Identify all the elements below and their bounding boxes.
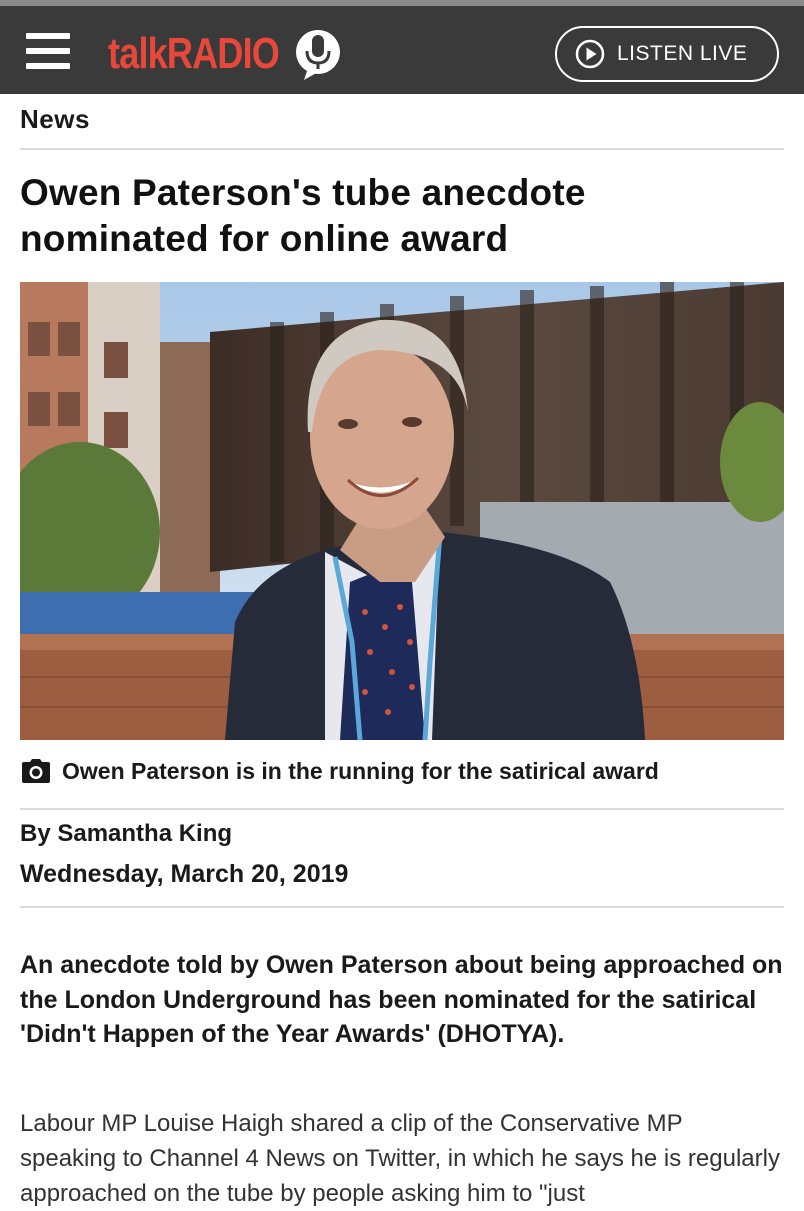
- site-logo[interactable]: talkRADIO: [108, 26, 340, 82]
- article-body-paragraph: Labour MP Louise Haigh shared a clip of …: [20, 1110, 780, 1207]
- microphone-icon: [296, 30, 340, 80]
- caption-text: Owen Paterson is in the running for the …: [62, 757, 659, 784]
- camera-icon: [22, 759, 50, 783]
- listen-live-button[interactable]: LISTEN LIVE: [555, 26, 779, 82]
- listen-live-label: LISTEN LIVE: [617, 42, 748, 65]
- photo-caption: Owen Paterson is in the running for the …: [20, 756, 659, 786]
- site-header: talkRADIO LISTEN LIVE: [0, 6, 804, 94]
- logo-text: talkRADIO: [108, 29, 280, 78]
- hamburger-menu-icon[interactable]: [26, 33, 70, 69]
- article-lead: An anecdote told by Owen Paterson about …: [20, 951, 783, 1048]
- divider: [20, 906, 784, 908]
- divider: [20, 808, 784, 810]
- article-headline: Owen Paterson's tube anecdote nominated …: [20, 172, 586, 259]
- play-circle-icon: [575, 39, 605, 69]
- article-photo: [20, 282, 784, 740]
- divider: [20, 148, 784, 150]
- section-label[interactable]: News: [20, 104, 90, 135]
- photo-illustration: [20, 282, 784, 740]
- publish-date: Wednesday, March 20, 2019: [20, 860, 349, 888]
- author-byline: By Samantha King: [20, 820, 233, 847]
